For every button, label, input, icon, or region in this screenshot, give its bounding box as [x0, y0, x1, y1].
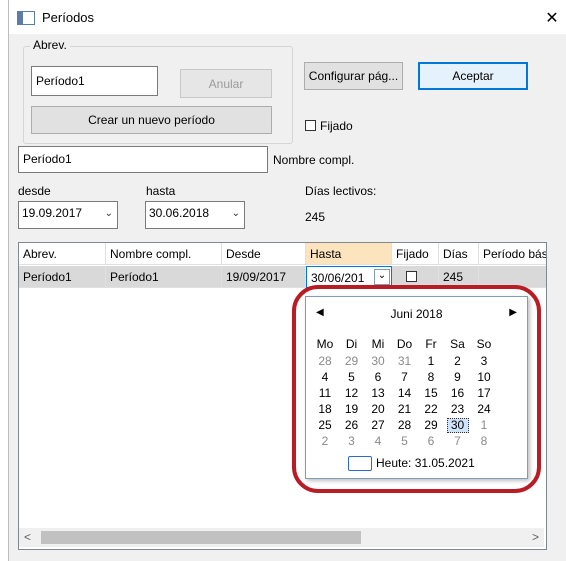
- chevron-down-icon[interactable]: ⌄: [374, 269, 390, 285]
- scroll-thumb[interactable]: [41, 531, 361, 544]
- accept-button[interactable]: Aceptar: [418, 62, 528, 90]
- horizontal-scrollbar[interactable]: < >: [19, 528, 544, 547]
- scroll-right-icon[interactable]: >: [532, 530, 539, 544]
- nombre-label: Nombre compl.: [273, 153, 355, 167]
- dias-value: 245: [305, 210, 326, 224]
- cell-hasta-value: 30/06/201: [311, 271, 365, 285]
- cell-fijado-checkbox[interactable]: [406, 271, 417, 282]
- column-header-desde[interactable]: Desde: [222, 243, 306, 265]
- desde-date-picker[interactable]: 19.09.2017 ⌄: [18, 201, 118, 229]
- column-header-abrev[interactable]: Abrev.: [19, 243, 106, 265]
- close-icon[interactable]: ✕: [544, 8, 560, 28]
- highlight-ring: [292, 285, 541, 493]
- fijado-checkbox[interactable]: [305, 120, 316, 131]
- abrev-legend: Abrev.: [30, 38, 70, 52]
- chevron-down-icon[interactable]: ⌄: [105, 208, 113, 219]
- column-header-nombre[interactable]: Nombre compl.: [106, 243, 222, 265]
- fijado-label: Fijado: [320, 119, 353, 133]
- anular-button[interactable]: Anular: [180, 69, 272, 98]
- cell-desde[interactable]: 19/09/2017: [222, 266, 306, 288]
- hasta-value: 30.06.2018: [149, 206, 210, 220]
- hasta-label: hasta: [146, 184, 176, 198]
- create-period-button[interactable]: Crear un nuevo período: [31, 106, 272, 134]
- column-header-hasta[interactable]: Hasta: [306, 243, 392, 265]
- cell-abrev[interactable]: Período1: [19, 266, 106, 288]
- abrev-input[interactable]: Período1: [31, 66, 158, 96]
- hasta-date-picker[interactable]: 30.06.2018 ⌄: [145, 201, 245, 229]
- desde-value: 19.09.2017: [22, 206, 83, 220]
- dias-label: Días lectivos:: [305, 184, 377, 198]
- window-icon: [17, 11, 35, 25]
- window-title: Períodos: [42, 10, 95, 25]
- desde-label: desde: [18, 184, 51, 198]
- column-header-dias[interactable]: Días: [439, 243, 479, 265]
- chevron-down-icon[interactable]: ⌄: [232, 208, 240, 219]
- column-header-fijado[interactable]: Fijado: [392, 243, 439, 265]
- cell-nombre[interactable]: Período1: [106, 266, 222, 288]
- nombre-input[interactable]: Período1: [18, 146, 268, 173]
- scroll-left-icon[interactable]: <: [24, 530, 31, 544]
- column-header-periodo-basico[interactable]: Período bás: [479, 243, 546, 265]
- configure-page-button[interactable]: Configurar pág...: [304, 62, 403, 90]
